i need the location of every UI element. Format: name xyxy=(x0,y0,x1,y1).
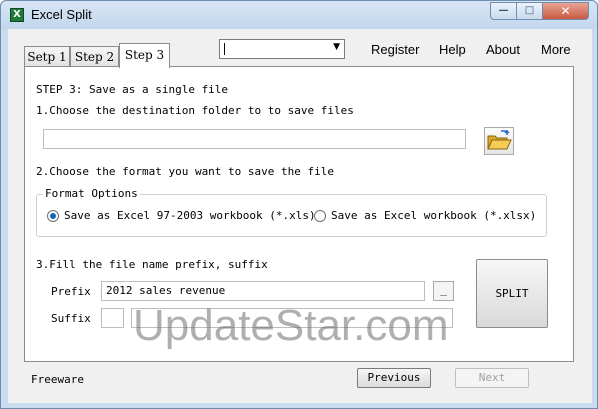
split-button[interactable]: SPLIT xyxy=(476,259,548,328)
tab-step-3[interactable]: Step 3 xyxy=(119,43,170,68)
text-caret xyxy=(224,43,225,55)
radio-xlsx-label[interactable]: Save as Excel workbook (*.xlsx) xyxy=(331,209,536,222)
excel-icon: X xyxy=(10,8,24,22)
options-dropdown[interactable]: ▼ xyxy=(219,39,345,59)
close-icon: ✕ xyxy=(560,4,571,18)
next-button[interactable]: Next xyxy=(455,368,529,388)
format-options-group: Format Options Save as Excel 97-2003 wor… xyxy=(36,187,547,237)
menu-more[interactable]: More xyxy=(541,42,571,57)
watermark-text: UpdateStar.com xyxy=(133,301,449,350)
suffix-label: Suffix xyxy=(51,312,91,325)
menu-about[interactable]: About xyxy=(486,42,520,57)
open-folder-icon xyxy=(487,129,512,150)
maximize-button[interactable]: □ xyxy=(517,2,543,20)
radio-xlsx[interactable] xyxy=(314,210,326,222)
prefix-input[interactable]: 2012 sales revenue xyxy=(101,281,425,301)
window-title: Excel Split xyxy=(31,7,92,22)
destination-folder-input[interactable] xyxy=(43,129,466,149)
chevron-down-icon[interactable]: ▼ xyxy=(333,42,340,52)
app-window: X Excel Split — □ ✕ Setp 1 Step 2 Step 3… xyxy=(0,0,598,409)
section-folder-label: 1.Choose the destination folder to to sa… xyxy=(36,104,354,117)
radio-xls[interactable] xyxy=(47,210,59,222)
format-options-legend: Format Options xyxy=(43,187,140,200)
browse-folder-button[interactable] xyxy=(484,127,514,155)
step-heading: STEP 3: Save as a single file xyxy=(36,83,229,96)
maximize-icon: □ xyxy=(524,5,535,16)
suffix-separator-input[interactable] xyxy=(101,308,124,328)
close-button[interactable]: ✕ xyxy=(543,2,589,20)
previous-button[interactable]: Previous xyxy=(357,368,431,388)
section-prefix-label: 3.Fill the file name prefix, suffix xyxy=(36,258,268,271)
menu-register[interactable]: Register xyxy=(371,42,419,57)
title-bar: X Excel Split — □ ✕ xyxy=(1,1,597,29)
minimize-button[interactable]: — xyxy=(490,2,517,20)
minimize-icon: — xyxy=(498,5,509,16)
section-format-label: 2.Choose the format you want to save the… xyxy=(36,165,335,178)
prefix-label: Prefix xyxy=(51,285,91,298)
tab-step-1[interactable]: Setp 1 xyxy=(24,46,70,67)
menu-help[interactable]: Help xyxy=(439,42,466,57)
tab-step-2[interactable]: Step 2 xyxy=(70,46,119,67)
separator-input[interactable]: _ xyxy=(433,281,454,301)
edition-label: Freeware xyxy=(31,373,84,386)
radio-xls-label[interactable]: Save as Excel 97-2003 workbook (*.xls) xyxy=(64,209,316,222)
